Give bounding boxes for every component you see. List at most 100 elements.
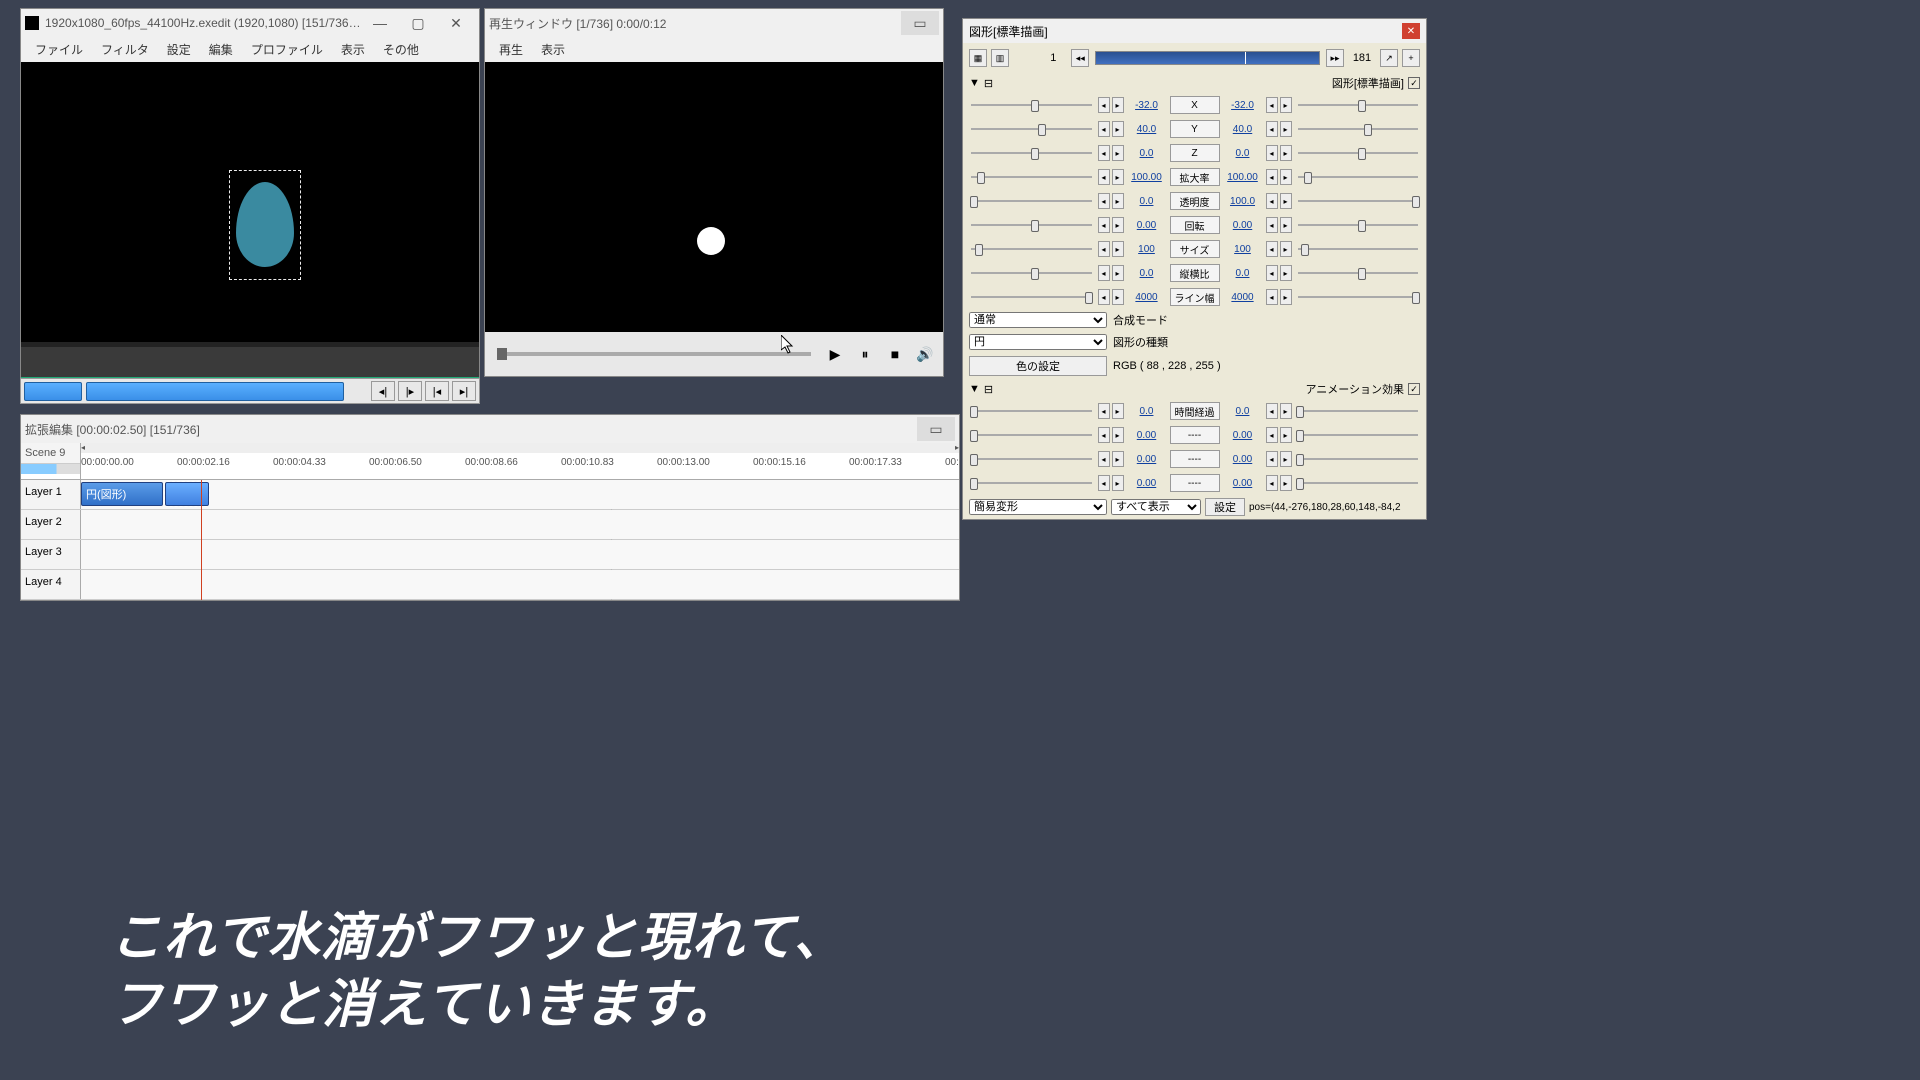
layer-row[interactable]: Layer 1円(図形) [21, 480, 959, 510]
inc-button[interactable]: ▸ [1112, 145, 1124, 161]
inc-button[interactable]: ▸ [1280, 121, 1292, 137]
param-slider-right[interactable] [1294, 146, 1423, 160]
section2-checkbox[interactable]: ✓ [1408, 383, 1420, 395]
param-label[interactable]: 拡大率 [1170, 168, 1220, 186]
param-label[interactable]: ---- [1170, 474, 1220, 492]
color-button[interactable]: 色の設定 [969, 356, 1107, 376]
dec-button[interactable]: ◂ [1266, 121, 1278, 137]
dec-button[interactable]: ◂ [1266, 97, 1278, 113]
param-label[interactable]: Y [1170, 120, 1220, 138]
inc-button[interactable]: ▸ [1280, 475, 1292, 491]
expand-icon[interactable]: ▼ [969, 77, 980, 89]
param-slider-right[interactable] [1294, 242, 1423, 256]
param-slider-left[interactable] [967, 452, 1096, 466]
menu-play[interactable]: 再生 [491, 39, 531, 60]
param-slider-left[interactable] [967, 266, 1096, 280]
param-value-left[interactable]: 4000 [1126, 292, 1168, 303]
param-value-left[interactable]: 0.00 [1126, 220, 1168, 231]
dec-button[interactable]: ◂ [1098, 475, 1110, 491]
dec-button[interactable]: ◂ [1266, 145, 1278, 161]
inc-button[interactable]: ▸ [1112, 193, 1124, 209]
param-value-left[interactable]: 0.00 [1126, 478, 1168, 489]
menu-other[interactable]: その他 [375, 39, 427, 60]
timeline-toggle-button[interactable]: ▭ [917, 417, 955, 441]
timeline-ruler[interactable]: Scene 9 ◂▸ 00:00:00.0000:00:02.1600:00:0… [21, 443, 959, 480]
param-slider-left[interactable] [967, 476, 1096, 490]
param-value-left[interactable]: 0.0 [1126, 268, 1168, 279]
frame-end[interactable]: 181 [1348, 52, 1376, 64]
dec-button[interactable]: ◂ [1266, 169, 1278, 185]
dec-button[interactable]: ◂ [1098, 193, 1110, 209]
layer-track[interactable] [81, 510, 959, 539]
dec-button[interactable]: ◂ [1098, 451, 1110, 467]
inc-button[interactable]: ▸ [1280, 427, 1292, 443]
layer-row[interactable]: Layer 4 [21, 570, 959, 600]
menu-edit[interactable]: 編集 [201, 39, 241, 60]
dec-button[interactable]: ◂ [1266, 193, 1278, 209]
layer-row[interactable]: Layer 2 [21, 510, 959, 540]
param-label[interactable]: 回転 [1170, 216, 1220, 234]
param-slider-right[interactable] [1294, 122, 1423, 136]
frame-scrollbar[interactable]: ◂| |▸ |◂ ▸| [20, 378, 480, 404]
param-value-left[interactable]: 0.0 [1126, 196, 1168, 207]
properties-close-button[interactable]: ✕ [1402, 23, 1420, 39]
anim-filter-select[interactable]: すべて表示 [1111, 499, 1201, 515]
param-value-right[interactable]: 100.00 [1222, 172, 1264, 183]
inc-button[interactable]: ▸ [1280, 403, 1292, 419]
param-value-left[interactable]: -32.0 [1126, 100, 1168, 111]
pause-button[interactable]: ⏸ [853, 342, 877, 366]
param-value-right[interactable]: 40.0 [1222, 124, 1264, 135]
param-slider-left[interactable] [967, 170, 1096, 184]
layer-row[interactable]: Layer 3 [21, 540, 959, 570]
dec-button[interactable]: ◂ [1098, 241, 1110, 257]
inc-button[interactable]: ▸ [1280, 451, 1292, 467]
dec-button[interactable]: ◂ [1098, 145, 1110, 161]
ruler-scroll-right[interactable]: ▸ [955, 443, 959, 453]
inc-button[interactable]: ▸ [1112, 217, 1124, 233]
param-slider-left[interactable] [967, 194, 1096, 208]
frame-slider[interactable] [1095, 51, 1320, 65]
shape-type-select[interactable]: 円 [969, 334, 1107, 350]
param-label[interactable]: ---- [1170, 450, 1220, 468]
param-value-right[interactable]: 0.00 [1222, 478, 1264, 489]
dec-button[interactable]: ◂ [1098, 217, 1110, 233]
frame-config-icon[interactable]: ▦ [969, 49, 987, 67]
layer-name[interactable]: Layer 4 [21, 570, 81, 599]
dec-button[interactable]: ◂ [1098, 97, 1110, 113]
menu-profile[interactable]: プロファイル [243, 39, 331, 60]
frame-next-button[interactable]: ▸▸ [1326, 49, 1344, 67]
param-slider-left[interactable] [967, 428, 1096, 442]
param-slider-left[interactable] [967, 98, 1096, 112]
dec-button[interactable]: ◂ [1098, 265, 1110, 281]
frame-grid-icon[interactable]: ▥ [991, 49, 1009, 67]
dec-button[interactable]: ◂ [1266, 475, 1278, 491]
frame-extra1-button[interactable]: ↗ [1380, 49, 1398, 67]
inc-button[interactable]: ▸ [1280, 241, 1292, 257]
close-button[interactable]: ✕ [437, 11, 475, 35]
properties-titlebar[interactable]: 図形[標準描画] ✕ [963, 19, 1426, 43]
layer-name[interactable]: Layer 3 [21, 540, 81, 569]
dec-button[interactable]: ◂ [1266, 241, 1278, 257]
param-slider-left[interactable] [967, 404, 1096, 418]
first-frame-button[interactable]: |◂ [425, 381, 449, 401]
scroll-thumb-left[interactable] [24, 382, 82, 401]
param-value-right[interactable]: 100 [1222, 244, 1264, 255]
layer-track[interactable] [81, 540, 959, 569]
param-value-right[interactable]: 0.0 [1222, 406, 1264, 417]
inc-button[interactable]: ▸ [1112, 427, 1124, 443]
param-slider-right[interactable] [1294, 98, 1423, 112]
inc-button[interactable]: ▸ [1112, 289, 1124, 305]
frame-start[interactable]: 1 [1039, 52, 1067, 64]
param-slider-left[interactable] [967, 146, 1096, 160]
scroll-thumb-main[interactable] [86, 382, 344, 401]
param-slider-right[interactable] [1294, 218, 1423, 232]
dec-button[interactable]: ◂ [1098, 121, 1110, 137]
inc-button[interactable]: ▸ [1280, 97, 1292, 113]
param-value-left[interactable]: 40.0 [1126, 124, 1168, 135]
inc-button[interactable]: ▸ [1112, 97, 1124, 113]
dec-button[interactable]: ◂ [1098, 289, 1110, 305]
inc-button[interactable]: ▸ [1112, 403, 1124, 419]
main-canvas[interactable] [21, 62, 479, 342]
param-value-left[interactable]: 0.00 [1126, 454, 1168, 465]
dec-button[interactable]: ◂ [1098, 403, 1110, 419]
